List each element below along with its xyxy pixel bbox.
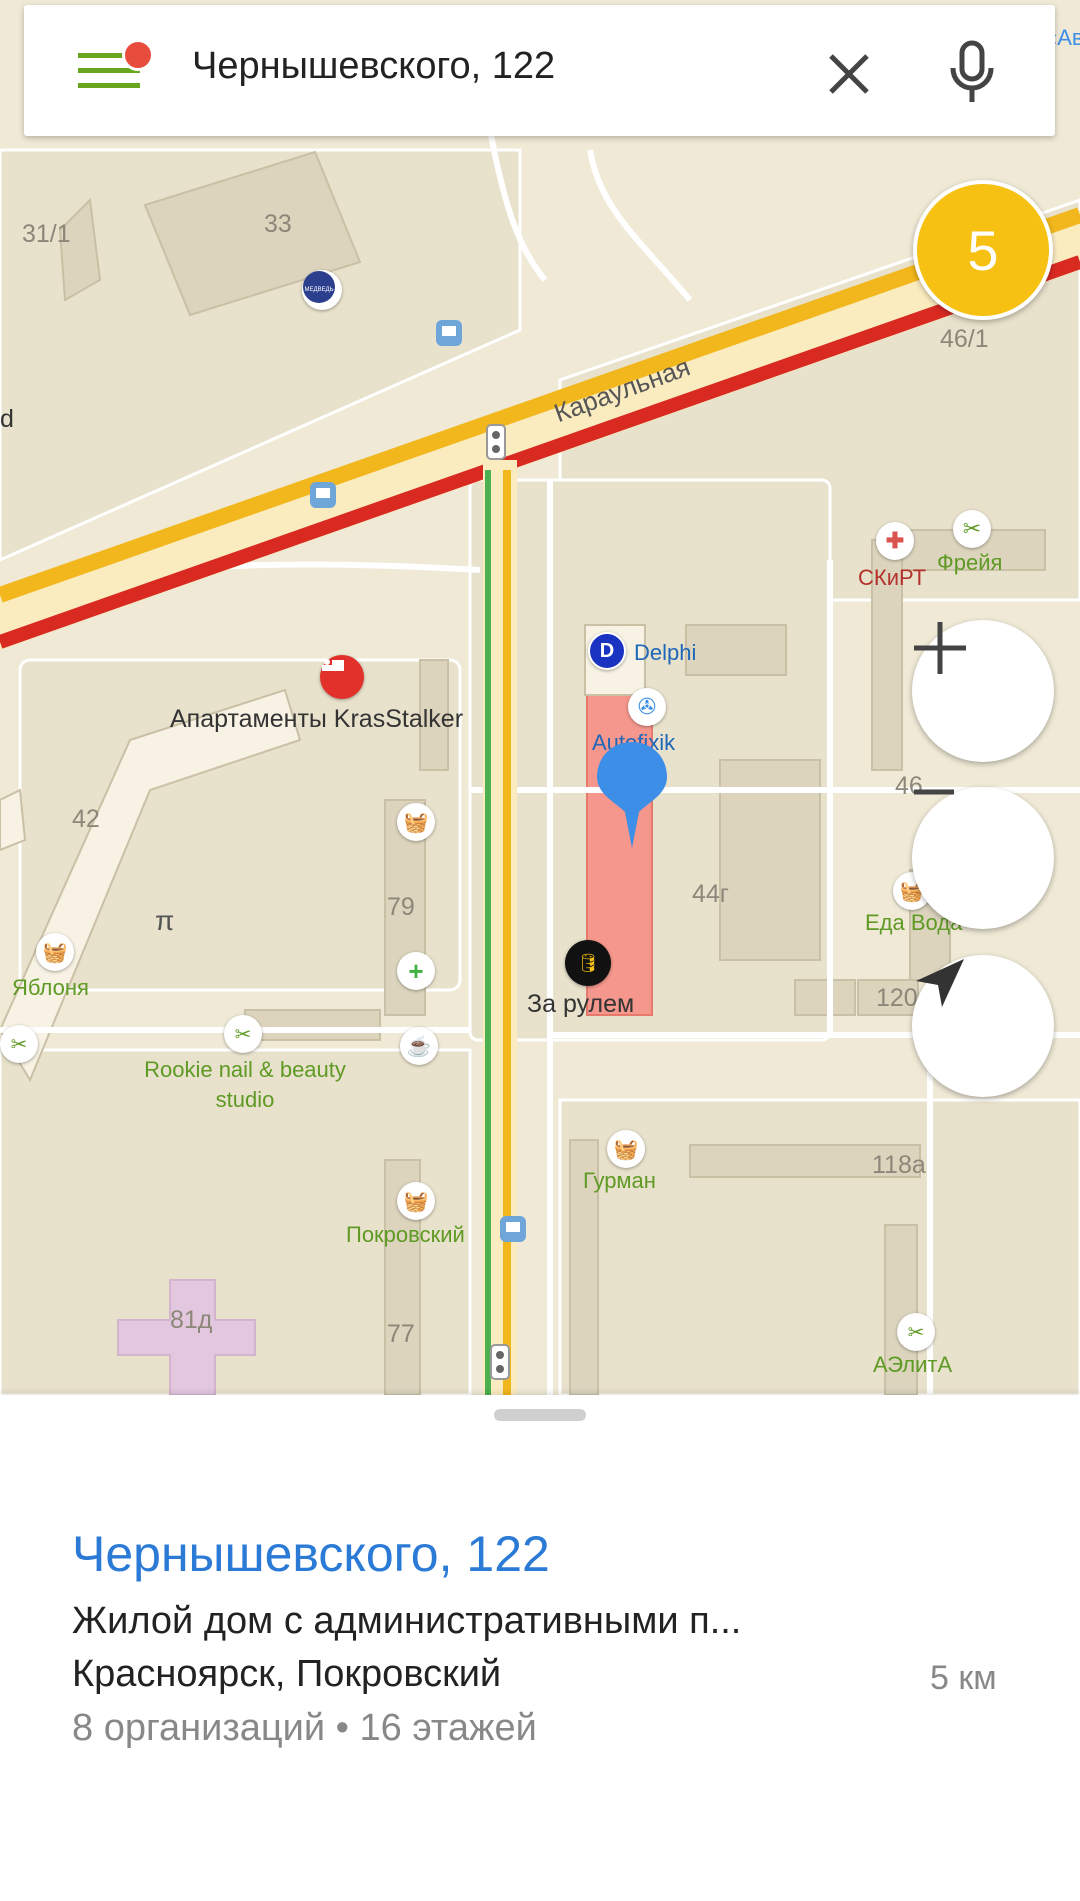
place-card[interactable]: Чернышевского, 122 Жилой дом с администр… [0,1395,1080,1901]
map-view[interactable]: Караульная 33 31/1 46/1 42 79 44г 46 120… [0,0,1080,1395]
skirt-pin[interactable]: ✚ [876,522,914,560]
scissors-icon: ✂ [10,1033,28,1056]
pharmacy-cross-icon: + [408,955,424,986]
scissors-icon: ✂ [234,1023,252,1046]
poi-label-skirt: СКиРТ [858,565,927,590]
house-number: 77 [387,1320,415,1348]
house-number: 46/1 [940,325,989,353]
zoom-in-icon [914,622,966,674]
selected-pin-icon[interactable] [595,740,669,850]
place-distance: 5 км [930,1659,997,1697]
notification-dot [122,39,154,71]
house-number: 44г [692,880,729,908]
monument-icon: π [155,905,175,936]
basket-icon: 🧺 [42,941,68,964]
salon-pin-edge[interactable]: ✂ [0,1025,38,1063]
poi-label-delphi: Delphi [634,640,697,665]
house-number: 81д [170,1306,213,1334]
poi-label-zarulem: За рулем [527,990,635,1018]
house-number: 33 [264,210,292,238]
freya-pin[interactable]: ✂ [953,510,991,548]
wrench-icon: ✇ [637,694,657,719]
oil-can-icon: 🛢 [576,952,600,973]
store-logo-icon: МЕДВЕДЬ [303,271,335,303]
medved-logo-text: МЕДВЕДЬ [304,287,333,293]
basket-icon: 🧺 [403,1190,429,1213]
location-arrow-icon [916,959,964,1007]
organizations-count[interactable]: 8 организаций [72,1707,325,1749]
rookie-pin[interactable]: ✂ [224,1015,262,1053]
traffic-score-value: 5 [967,218,999,282]
coffee-cup-icon: ☕ [406,1035,432,1058]
scissors-icon: ✂ [907,1321,925,1344]
zarulem-pin[interactable]: 🛢 [565,940,611,986]
traffic-score-badge[interactable]: 5 [913,180,1053,320]
edge-label-left: d [0,405,14,433]
delphi-pin[interactable]: D [588,632,626,670]
autofixik-pin[interactable]: ✇ [628,688,666,726]
place-description: Жилой дом с административными п... [72,1600,742,1642]
basket-icon: 🧺 [403,811,429,834]
house-number: 118а [872,1151,926,1179]
search-bar[interactable]: Чернышевского, 122 [24,5,1055,136]
pharmacy-pin[interactable]: + [397,952,435,990]
zoom-in-button[interactable] [912,620,1054,762]
poi-label-freya: Фрейя [937,550,1003,575]
place-details: 8 организаций • 16 этажей [72,1707,537,1750]
my-location-button[interactable] [912,955,1054,1097]
floors-count: 16 этажей [359,1707,537,1749]
poi-label-yablonya: Яблоня [12,975,89,1000]
basket-icon: 🧺 [613,1138,639,1161]
cafe-pin[interactable]: ☕ [400,1027,438,1065]
hotel-pin[interactable] [320,655,364,699]
zoom-out-icon [914,789,954,795]
medical-cross-icon: ✚ [885,528,905,553]
clear-icon[interactable] [827,52,871,96]
poi-label-gurman: Гурман [583,1168,656,1193]
zoom-out-button[interactable] [912,787,1054,929]
poi-label-aelita: АЭлитА [873,1352,953,1377]
house-number: 42 [72,805,100,833]
separator-dot: • [335,1707,349,1749]
house-number: 79 [387,893,415,921]
place-title[interactable]: Чернышевского, 122 [72,1525,550,1583]
microphone-icon[interactable] [948,40,996,106]
pokrovsky-pin[interactable]: 🧺 [397,1182,435,1220]
drag-handle[interactable] [494,1409,586,1421]
aelita-pin[interactable]: ✂ [897,1313,935,1351]
house-number: 31/1 [22,220,71,248]
poi-label-apartments: Апартаменты KrasStalker [170,705,464,733]
delphi-logo-icon: D [599,639,615,662]
scissors-icon: ✂ [962,516,982,541]
gurman-pin[interactable]: 🧺 [607,1130,645,1168]
bed-icon [322,659,344,671]
search-input[interactable]: Чернышевского, 122 [192,45,555,88]
grocery-pin[interactable]: 🧺 [397,803,435,841]
yablonya-pin[interactable]: 🧺 [36,933,74,971]
medved-store-pin[interactable]: МЕДВЕДЬ [302,270,342,310]
poi-label-pokrovsky: Покровский [346,1222,465,1247]
place-address: Красноярск, Покровский [72,1653,502,1695]
poi-label-rookie: Rookie nail & beauty studio [144,1057,346,1112]
